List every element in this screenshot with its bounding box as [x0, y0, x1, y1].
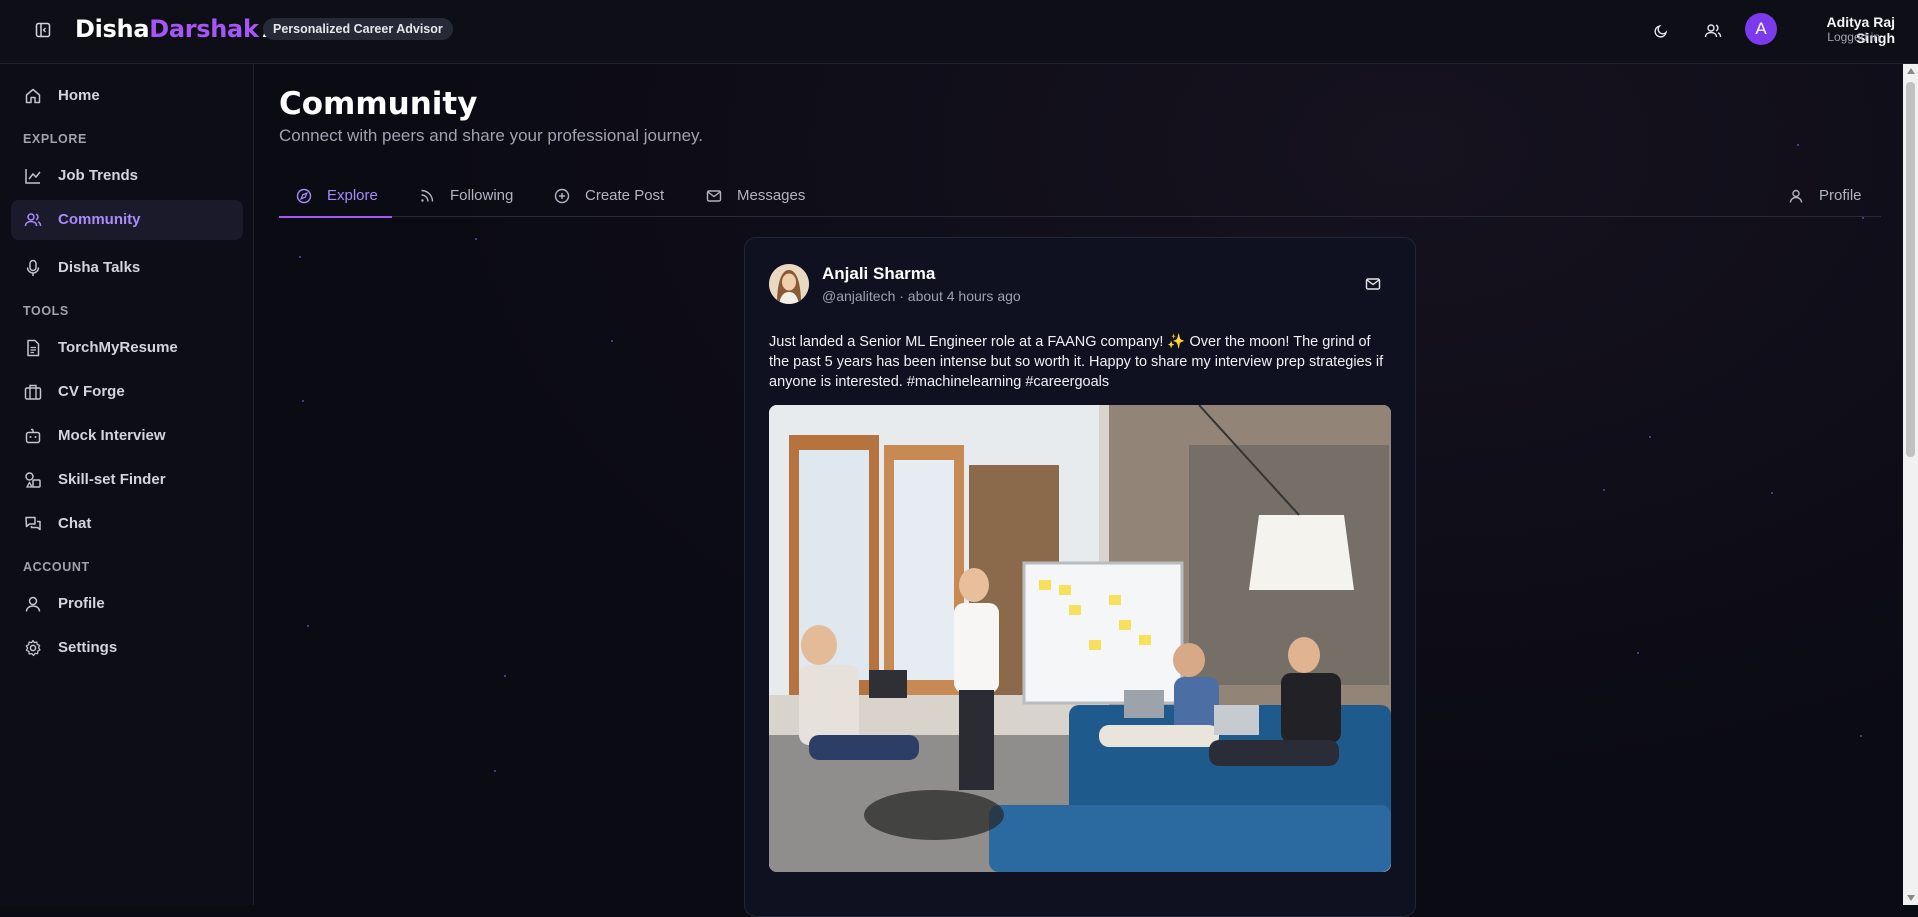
post-text: Just landed a Senior ML Engineer role at…	[769, 334, 1384, 390]
section-label-explore: EXPLORE	[23, 132, 87, 146]
tab-explore[interactable]: Explore	[279, 174, 392, 218]
sidebar-item-disha-talks[interactable]: Disha Talks	[11, 248, 243, 288]
sidebar-item-mock-interview[interactable]: Mock Interview	[11, 416, 243, 456]
background-star	[1860, 735, 1862, 737]
background-star	[1649, 436, 1651, 438]
sidebar-item-label: Job Trends	[58, 167, 139, 184]
tab-label: Create Post	[585, 187, 665, 204]
page-title: Community	[279, 86, 478, 122]
sidebar-item-label: TorchMyResume	[58, 339, 178, 356]
sidebar-item-label: Disha Talks	[58, 259, 141, 276]
tab-create-post[interactable]: Create Post	[553, 174, 664, 217]
sidebar-item-label: Profile	[58, 595, 105, 612]
scroll-thumb[interactable]	[1906, 82, 1915, 457]
background-star	[1797, 144, 1799, 146]
top-bar: DishaDarshakAI Personalized Career Advis…	[0, 0, 1918, 64]
tab-messages[interactable]: Messages	[705, 174, 805, 217]
user-icon	[1787, 187, 1805, 205]
sidebar-item-settings[interactable]: Settings	[11, 628, 243, 668]
sidebar-item-label: Community	[58, 211, 141, 228]
sidebar-item-home[interactable]: Home	[11, 76, 243, 116]
background-star	[307, 625, 309, 627]
tab-label: Profile	[1819, 187, 1862, 204]
tab-bar: Explore Following Create Post Messages P…	[279, 174, 1881, 218]
chat-icon	[23, 514, 43, 534]
page-scrollbar[interactable]	[1903, 64, 1918, 905]
microphone-icon	[23, 258, 43, 278]
tab-label: Explore	[327, 187, 378, 204]
compass-icon	[295, 187, 313, 205]
background-star	[299, 256, 301, 258]
briefcase-icon	[23, 382, 43, 402]
post-author-avatar[interactable]	[769, 264, 809, 304]
sidebar-item-cv-forge[interactable]: CV Forge	[11, 372, 243, 412]
document-icon	[23, 338, 43, 358]
background-star	[494, 770, 496, 772]
logo-part-2: Darshak	[149, 15, 259, 43]
bot-icon	[23, 426, 43, 446]
background-star	[1771, 492, 1773, 494]
background-star	[504, 675, 506, 677]
plus-circle-icon	[553, 187, 571, 205]
chart-line-icon	[23, 166, 43, 186]
gear-icon	[23, 638, 43, 658]
background-star	[611, 340, 613, 342]
mail-icon[interactable]	[1363, 274, 1383, 294]
background-star	[302, 400, 304, 402]
main-content: Community Connect with peers and share y…	[255, 64, 1903, 917]
user-avatar[interactable]: A	[1745, 13, 1777, 45]
rss-icon	[418, 187, 436, 205]
tab-profile[interactable]: Profile	[1787, 174, 1862, 217]
post-author-name[interactable]: Anjali Sharma	[822, 264, 935, 284]
sidebar-item-torchmyresume[interactable]: TorchMyResume	[11, 328, 243, 368]
tab-label: Messages	[737, 187, 806, 204]
background-star	[475, 238, 477, 240]
sidebar-item-chat[interactable]: Chat	[11, 504, 243, 544]
user-icon	[23, 594, 43, 614]
home-icon	[23, 86, 43, 106]
sidebar-item-label: Home	[58, 87, 100, 104]
section-label-account: ACCOUNT	[23, 560, 90, 574]
sidebar-item-label: Mock Interview	[58, 427, 166, 444]
tagline-badge: Personalized Career Advisor	[263, 18, 453, 40]
logo-part-1: Disha	[75, 15, 150, 43]
section-label-tools: TOOLS	[23, 304, 69, 318]
users-icon[interactable]	[1701, 19, 1725, 43]
sidebar: Home EXPLORE Job Trends Community Disha …	[0, 64, 254, 905]
sidebar-item-profile[interactable]: Profile	[11, 584, 243, 624]
page-subtitle: Connect with peers and share your profes…	[279, 126, 703, 145]
post-card: Anjali Sharma @anjalitech · about 4 hour…	[744, 237, 1416, 917]
background-star	[1637, 652, 1639, 654]
moon-icon[interactable]	[1649, 19, 1673, 43]
background-star	[1862, 217, 1864, 219]
shapes-icon	[23, 470, 43, 490]
scroll-down-arrow[interactable]	[1907, 895, 1915, 901]
sidebar-toggle-icon[interactable]	[33, 20, 53, 40]
post-author-meta: @anjalitech · about 4 hours ago	[822, 288, 1021, 304]
sidebar-item-label: CV Forge	[58, 383, 125, 400]
sidebar-item-job-trends[interactable]: Job Trends	[11, 156, 243, 196]
sidebar-item-label: Settings	[58, 639, 118, 656]
sidebar-item-label: Chat	[58, 515, 92, 532]
users-icon	[23, 210, 43, 230]
sidebar-item-community[interactable]: Community	[11, 200, 243, 240]
tab-label: Following	[450, 187, 514, 204]
sidebar-item-skill-set-finder[interactable]: Skill-set Finder	[11, 460, 243, 500]
scroll-up-arrow[interactable]	[1907, 68, 1915, 74]
app-logo[interactable]: DishaDarshakAI	[75, 15, 290, 43]
tab-following[interactable]: Following	[418, 174, 513, 217]
user-status: Logged in	[1827, 30, 1880, 44]
background-star	[1603, 489, 1605, 491]
sidebar-item-label: Skill-set Finder	[58, 471, 166, 488]
post-image[interactable]	[769, 405, 1391, 872]
mail-icon	[705, 187, 723, 205]
